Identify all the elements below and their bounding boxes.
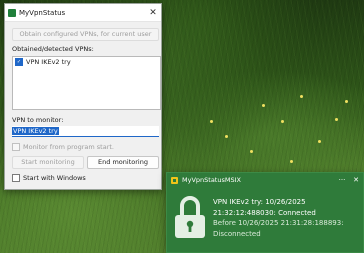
myvpnstatus-window: MyVpnStatus ✕ Obtain configured VPNs, fo…: [4, 3, 162, 190]
vpn-to-monitor-value: VPN IKEv2 try: [12, 127, 59, 135]
window-titlebar: MyVpnStatus ✕: [5, 4, 161, 22]
obtain-vpns-button[interactable]: Obtain configured VPNs, for current user: [12, 28, 159, 41]
vpn-to-monitor-field[interactable]: VPN IKEv2 try: [12, 126, 159, 137]
app-icon: [8, 8, 16, 17]
end-monitoring-button[interactable]: End monitoring: [87, 156, 159, 169]
notification-header: MyVpnStatusMSIX ··· ✕: [167, 173, 363, 187]
start-monitoring-button[interactable]: Start monitoring: [12, 156, 84, 169]
obtained-vpns-label: Obtained/detected VPNs:: [12, 45, 94, 53]
checkbox-checked-icon[interactable]: ✓: [15, 58, 23, 66]
notification-line-1: VPN IKEv2 try: 10/26/2025: [213, 198, 306, 206]
monitor-from-start-checkbox[interactable]: [12, 143, 20, 151]
start-with-windows-label: Start with Windows: [23, 174, 86, 182]
vpn-status-notification[interactable]: MyVpnStatusMSIX ··· ✕ VPN IKEv2 try: 10/…: [166, 172, 364, 253]
notification-body: VPN IKEv2 try: 10/26/2025 21:32:12:48803…: [213, 197, 361, 239]
lock-icon: [175, 196, 205, 238]
notification-line-2: 21:32:12:488030: Connected: [213, 208, 316, 217]
close-icon[interactable]: ✕: [145, 8, 161, 18]
notification-line-3: Before 10/26/2025 21:31:28:188893:: [213, 219, 344, 227]
vpn-listbox[interactable]: ✓ VPN IKEv2 try: [12, 56, 161, 110]
list-item[interactable]: ✓ VPN IKEv2 try: [13, 57, 160, 67]
window-title: MyVpnStatus: [19, 8, 66, 17]
notification-app-name: MyVpnStatusMSIX: [182, 176, 241, 184]
more-options-icon[interactable]: ···: [335, 176, 349, 184]
vpn-item-label: VPN IKEv2 try: [26, 58, 71, 66]
monitor-from-start-option[interactable]: Monitor from program start.: [12, 143, 114, 151]
notification-close-icon[interactable]: ✕: [349, 176, 363, 184]
start-with-windows-option[interactable]: Start with Windows: [12, 174, 86, 182]
app-logo-icon: [171, 176, 178, 184]
vpn-to-monitor-label: VPN to monitor:: [12, 116, 64, 124]
notification-line-4: Disconnected: [213, 229, 261, 238]
start-with-windows-checkbox[interactable]: [12, 174, 20, 182]
monitor-from-start-label: Monitor from program start.: [23, 143, 114, 151]
